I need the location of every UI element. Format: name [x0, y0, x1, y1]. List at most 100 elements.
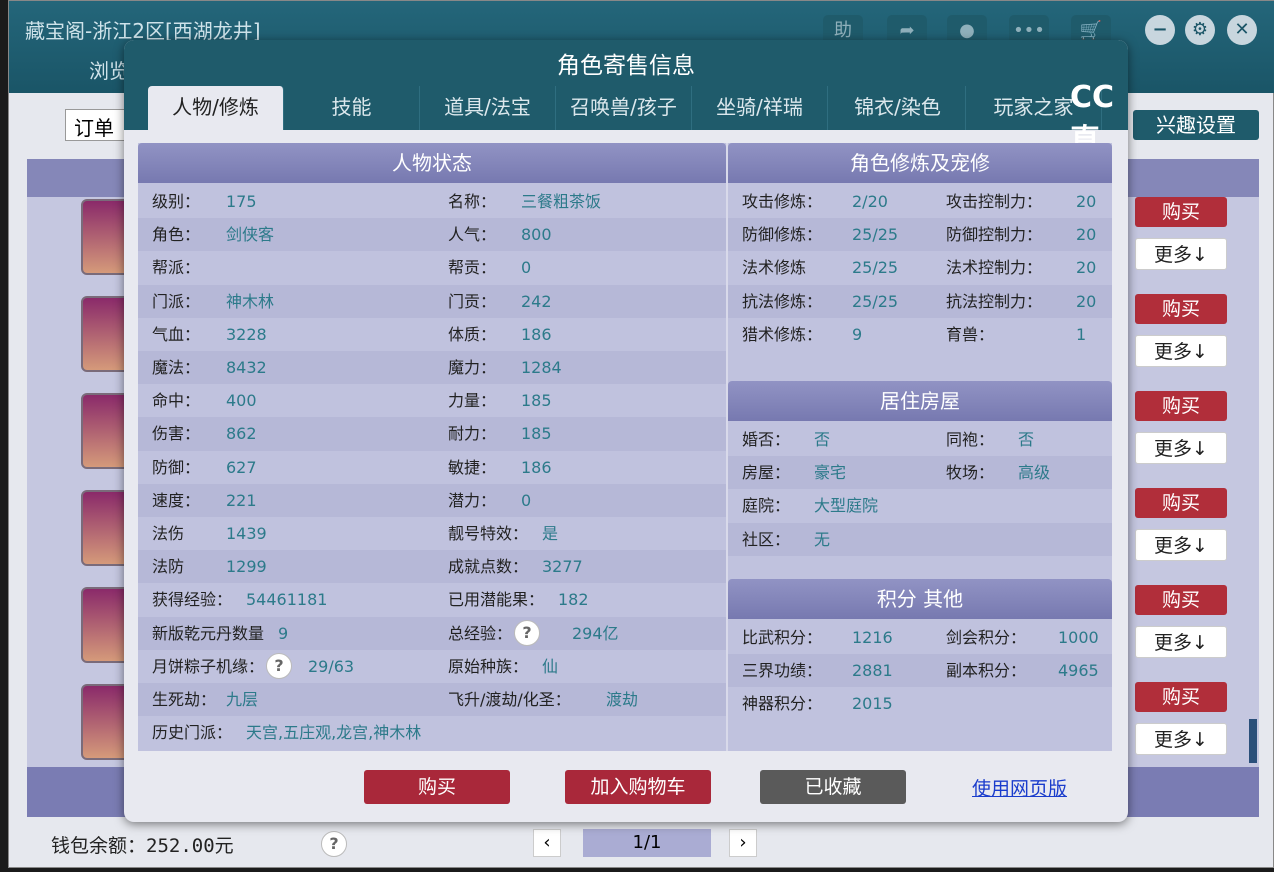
field-label: 新版乾元丹数量 — [152, 617, 264, 650]
field-value: 20 — [1076, 185, 1096, 218]
field-value: 186 — [521, 318, 552, 351]
list-buy-button[interactable]: 购买 — [1135, 197, 1227, 227]
status-section: 人物状态 级别：175名称：三餐粗茶饭角色：剑侠客人气：800帮派：帮贡：0门派… — [138, 143, 726, 751]
field-value: 175 — [226, 185, 257, 218]
field-value: 186 — [521, 451, 552, 484]
field-value: 1216 — [852, 621, 893, 654]
scrollbar[interactable] — [1249, 719, 1257, 763]
field-label: 法伤 — [152, 517, 184, 550]
field-value: 1000 — [1058, 621, 1099, 654]
field-value: 1439 — [226, 517, 267, 550]
list-more-button[interactable]: 更多↓ — [1135, 529, 1227, 561]
field-label: 法防 — [152, 550, 184, 583]
field-value: 高级 — [1018, 456, 1050, 489]
field-value: 神木林 — [226, 285, 274, 318]
add-to-cart-button[interactable]: 加入购物车 — [565, 770, 711, 804]
tab-1[interactable]: 技能 — [284, 86, 420, 130]
field-value: 25/25 — [852, 251, 898, 284]
info-row: 历史门派：天宫,五庄观,龙宫,神木林 — [138, 716, 726, 749]
list-buy-button[interactable]: 购买 — [1135, 682, 1227, 712]
info-row: 攻击修炼：2/20攻击控制力：20 — [728, 185, 1112, 218]
info-row: 魔法：8432魔力：1284 — [138, 351, 726, 384]
field-label: 力量： — [448, 384, 496, 417]
help-icon[interactable]: ? — [266, 653, 292, 679]
help-icon[interactable]: ? — [514, 620, 540, 646]
field-value: 豪宅 — [814, 456, 846, 489]
field-value: 800 — [521, 218, 552, 251]
field-value: 是 — [542, 517, 558, 550]
list-more-button[interactable]: 更多↓ — [1135, 238, 1227, 270]
info-row: 防御：627敏捷：186 — [138, 451, 726, 484]
field-value: 2015 — [852, 687, 893, 720]
field-value: 4965 — [1058, 654, 1099, 687]
favorited-button[interactable]: 已收藏 — [760, 770, 906, 804]
list-buy-button[interactable]: 购买 — [1135, 294, 1227, 324]
field-value: 无 — [814, 523, 830, 556]
field-value: 仙 — [542, 650, 558, 683]
info-row: 新版乾元丹数量9总经验：?294亿 — [138, 617, 726, 650]
right-sections: 角色修炼及宠修 攻击修炼：2/20攻击控制力：20防御修炼：25/25防御控制力… — [728, 143, 1112, 751]
field-label: 原始种族： — [448, 650, 528, 683]
tab-0[interactable]: 人物/修炼 — [148, 86, 284, 130]
field-label: 月饼粽子机缘： — [152, 650, 264, 683]
field-value: 182 — [558, 583, 589, 616]
field-value: 185 — [521, 417, 552, 450]
settings-icon[interactable]: ⚙ — [1185, 15, 1215, 45]
field-value: 2/20 — [852, 185, 888, 218]
info-row: 速度：221潜力：0 — [138, 484, 726, 517]
field-label: 门贡： — [448, 285, 496, 318]
field-label: 命中： — [152, 384, 200, 417]
field-label: 级别： — [152, 185, 200, 218]
field-value: 8432 — [226, 351, 267, 384]
list-more-button[interactable]: 更多↓ — [1135, 432, 1227, 464]
field-label: 牧场： — [946, 456, 994, 489]
next-page-button[interactable]: › — [729, 829, 757, 857]
field-value: 294亿 — [572, 617, 619, 650]
prev-page-button[interactable]: ‹ — [533, 829, 561, 857]
field-label: 魔力： — [448, 351, 496, 384]
list-buy-button[interactable]: 购买 — [1135, 585, 1227, 615]
field-label: 婚否： — [742, 423, 790, 456]
field-value: 54461181 — [246, 583, 327, 616]
nav-tab-browse[interactable]: 浏览 — [89, 55, 129, 84]
page-indicator: 1/1 — [583, 829, 711, 857]
field-label: 生死劫： — [152, 683, 216, 716]
field-label: 魔法： — [152, 351, 200, 384]
field-label: 比武积分： — [742, 621, 822, 654]
tab-2[interactable]: 道具/法宝 — [420, 86, 556, 130]
list-buy-button[interactable]: 购买 — [1135, 488, 1227, 518]
field-value: 20 — [1076, 251, 1096, 284]
wallet-help-icon[interactable]: ? — [321, 831, 347, 857]
field-label: 防御控制力： — [946, 218, 1042, 251]
info-row: 法伤1439靓号特效：是 — [138, 517, 726, 550]
field-label: 法术控制力： — [946, 251, 1042, 284]
field-value: 2881 — [852, 654, 893, 687]
info-row: 防御修炼：25/25防御控制力：20 — [728, 218, 1112, 251]
field-label: 防御修炼： — [742, 218, 822, 251]
info-row: 命中：400力量：185 — [138, 384, 726, 417]
field-label: 已用潜能果： — [448, 583, 544, 616]
info-row: 伤害：862耐力：185 — [138, 417, 726, 450]
list-more-button[interactable]: 更多↓ — [1135, 723, 1227, 755]
info-panel: 人物状态 级别：175名称：三餐粗茶饭角色：剑侠客人气：800帮派：帮贡：0门派… — [138, 143, 1112, 751]
tab-5[interactable]: 锦衣/染色 — [830, 86, 966, 130]
field-label: 成就点数： — [448, 550, 528, 583]
field-label: 获得经验： — [152, 583, 232, 616]
list-buy-button[interactable]: 购买 — [1135, 391, 1227, 421]
use-web-version-link[interactable]: 使用网页版 — [972, 774, 1067, 801]
field-value: 400 — [226, 384, 257, 417]
close-icon[interactable]: ✕ — [1227, 15, 1257, 45]
field-value: 221 — [226, 484, 257, 517]
tab-3[interactable]: 召唤兽/孩子 — [556, 86, 692, 130]
tab-4[interactable]: 坐骑/祥瑞 — [692, 86, 828, 130]
interest-settings-button[interactable]: 兴趣设置 — [1133, 110, 1259, 140]
field-value: 25/25 — [852, 218, 898, 251]
field-value: 1 — [1076, 318, 1086, 351]
info-row: 法防1299成就点数：3277 — [138, 550, 726, 583]
buy-button[interactable]: 购买 — [364, 770, 510, 804]
list-more-button[interactable]: 更多↓ — [1135, 626, 1227, 658]
field-label: 历史门派： — [152, 716, 232, 749]
minimize-icon[interactable]: − — [1145, 15, 1175, 45]
field-value: 3228 — [226, 318, 267, 351]
list-more-button[interactable]: 更多↓ — [1135, 335, 1227, 367]
